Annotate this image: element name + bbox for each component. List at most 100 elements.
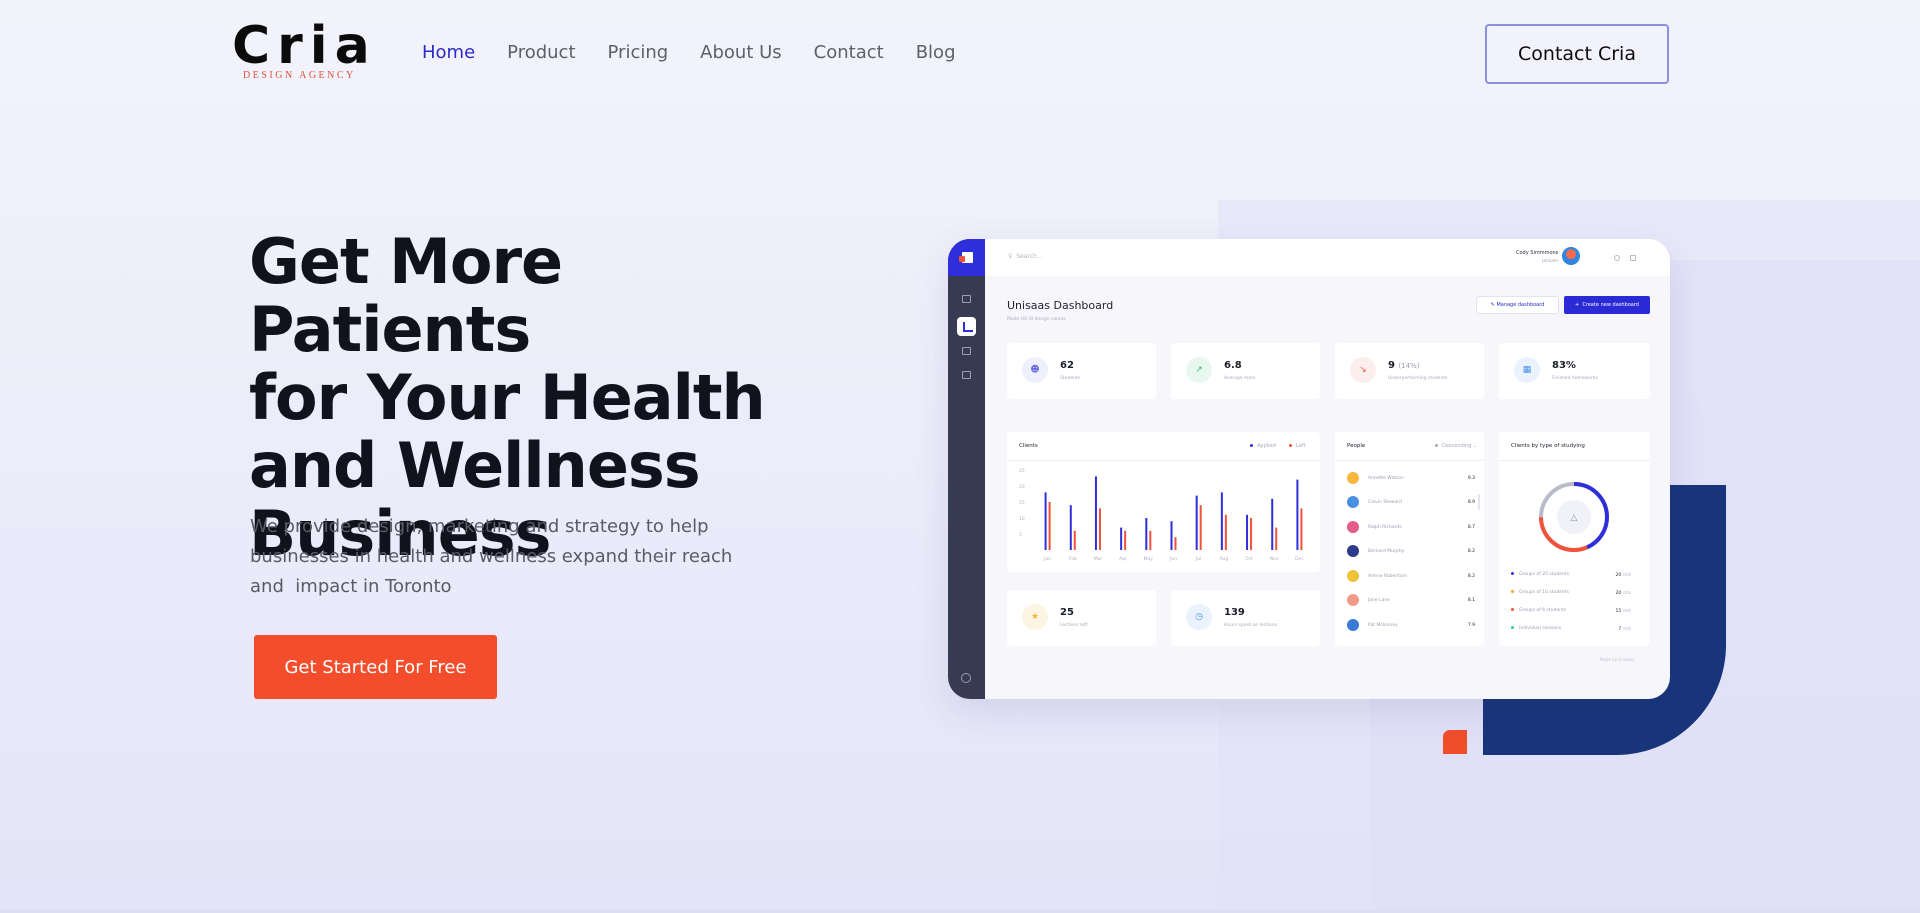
bar-left bbox=[1224, 514, 1227, 550]
bar-applied bbox=[1220, 492, 1223, 550]
person-name: Arlene Robertson bbox=[1368, 574, 1407, 579]
stat-card-average-mark: ↗ 6.8 Average mark bbox=[1171, 343, 1320, 399]
stat-suffix: (14%) bbox=[1398, 362, 1420, 370]
x-tick-label: Jun bbox=[1169, 556, 1177, 562]
nav-product[interactable]: Product bbox=[507, 42, 575, 63]
x-tick-label: May bbox=[1144, 556, 1154, 562]
create-dashboard-button[interactable]: + Create new dashboard bbox=[1564, 296, 1650, 314]
trophy-icon: ★ bbox=[1022, 604, 1048, 630]
hero-subtitle-line: and impact in Toronto bbox=[250, 576, 452, 597]
clock-icon: ◷ bbox=[1186, 604, 1212, 630]
stat-card-homeworks: ▦ 83% Finished homeworks bbox=[1499, 343, 1650, 399]
stat-value: 83% bbox=[1552, 360, 1576, 371]
brand-logo[interactable]: Cria DESIGN AGENCY bbox=[232, 16, 377, 81]
list-item[interactable]: Jane Lane 8.1 bbox=[1347, 594, 1475, 608]
stat-card-lections: ★ 25 Lections left bbox=[1007, 590, 1156, 646]
create-dashboard-label: Create new dashboard bbox=[1582, 302, 1639, 308]
gear-icon[interactable] bbox=[961, 673, 971, 683]
nav-blog[interactable]: Blog bbox=[916, 42, 956, 63]
legend-row: Groups of 20 students 20 stds bbox=[1511, 572, 1631, 578]
manage-dashboard-button[interactable]: ✎ Manage dashboard bbox=[1476, 296, 1559, 314]
person-score: 7.9 bbox=[1467, 623, 1475, 628]
x-tick-label: Nov bbox=[1270, 556, 1279, 562]
list-item[interactable]: Calvin Steward 8.9 bbox=[1347, 496, 1475, 510]
person-name: Bernard Murphy bbox=[1368, 549, 1405, 554]
bar-left bbox=[1250, 518, 1253, 550]
avatar bbox=[1347, 545, 1359, 557]
avatar bbox=[1347, 619, 1359, 631]
notification-icon[interactable] bbox=[1614, 255, 1620, 261]
stat-label: Average mark bbox=[1224, 376, 1256, 381]
dashboard-logo-icon bbox=[948, 239, 985, 276]
person-name: Calvin Steward bbox=[1368, 500, 1402, 505]
nav-about-us[interactable]: About Us bbox=[700, 42, 782, 63]
person-score: 9.3 bbox=[1467, 476, 1475, 481]
chart-icon[interactable] bbox=[957, 317, 976, 336]
people-sort-dropdown[interactable]: Descending ⌄ bbox=[1435, 443, 1477, 449]
legend-row: Groups of 10 students 20 stds bbox=[1511, 590, 1631, 596]
stat-label: Lections left bbox=[1060, 623, 1088, 628]
bar-applied bbox=[1271, 498, 1274, 550]
credit: Made by Unisaas bbox=[1600, 657, 1634, 662]
hero-subtitle-line: businesses in health and wellness expand… bbox=[250, 546, 733, 567]
avatar bbox=[1347, 472, 1359, 484]
avatar bbox=[1347, 594, 1359, 606]
mail-icon[interactable] bbox=[962, 347, 971, 355]
stat-card-underperforming: ↘ 9 (14%) Underperforming students bbox=[1335, 343, 1484, 399]
nav-home[interactable]: Home bbox=[422, 42, 475, 63]
avatar bbox=[1347, 570, 1359, 582]
bar-applied bbox=[1170, 521, 1173, 550]
brand-name: Cria bbox=[232, 16, 377, 76]
clients-chart-card: Clients Applied Left 25 20 15 10 5 Jan Feb Mar A… bbox=[1007, 432, 1320, 572]
contact-cria-button[interactable]: Contact Cria bbox=[1485, 24, 1669, 84]
person-name: Pat Mckinney bbox=[1368, 623, 1398, 628]
user-icon: ☻ bbox=[1022, 357, 1048, 383]
list-item[interactable]: Arlene Robertson 8.2 bbox=[1347, 570, 1475, 584]
x-tick-label: Aug bbox=[1219, 556, 1228, 562]
get-started-button[interactable]: Get Started For Free bbox=[254, 635, 497, 699]
bar-left bbox=[1048, 502, 1051, 550]
x-tick-label: Mar bbox=[1094, 556, 1103, 562]
stat-value: 62 bbox=[1060, 360, 1074, 371]
bar-left bbox=[1124, 530, 1127, 550]
dashboard-search-input[interactable]: ⚲ Search... bbox=[1008, 253, 1043, 260]
nav-contact[interactable]: Contact bbox=[814, 42, 884, 63]
dashboard-subtitle: Made UX UI design course bbox=[1007, 317, 1066, 322]
manage-dashboard-label: Manage dashboard bbox=[1496, 302, 1545, 308]
stat-value: 25 bbox=[1060, 607, 1074, 618]
stat-label: Students bbox=[1060, 376, 1081, 381]
list-item[interactable]: Pat Mckinney 7.9 bbox=[1347, 619, 1475, 633]
list-item[interactable]: Ralph Richards 8.7 bbox=[1347, 521, 1475, 535]
avatar bbox=[1347, 521, 1359, 533]
donut-chart: △ bbox=[1539, 482, 1609, 552]
user-role: Lecturer bbox=[1541, 258, 1559, 263]
avatar[interactable] bbox=[1562, 247, 1580, 265]
nav-pricing[interactable]: Pricing bbox=[608, 42, 669, 63]
dashboard-sidebar bbox=[948, 239, 985, 699]
bar-applied bbox=[1044, 492, 1047, 550]
scrollbar[interactable] bbox=[1478, 494, 1480, 510]
stat-value: 139 bbox=[1224, 607, 1245, 618]
x-tick-label: Jan bbox=[1043, 556, 1051, 562]
dashboard-mockup: ⚲ Search... Cody Simmmons Lecturer Unisa… bbox=[948, 239, 1670, 699]
legend-row: Groups of 6 students 15 stds bbox=[1511, 608, 1631, 614]
book-icon: ▦ bbox=[1514, 357, 1540, 383]
bar-left bbox=[1174, 537, 1177, 550]
decorative-orange-square bbox=[1443, 730, 1467, 754]
bar-applied bbox=[1120, 527, 1123, 550]
x-tick-label: Jul bbox=[1195, 556, 1201, 562]
stat-label: Finished homeworks bbox=[1552, 376, 1598, 381]
list-item[interactable]: Bernard Murphy 8.2 bbox=[1347, 545, 1475, 559]
person-score: 8.1 bbox=[1467, 598, 1475, 603]
trend-icon: ↗ bbox=[1186, 357, 1212, 383]
x-tick-label: Dec bbox=[1295, 556, 1304, 562]
logout-icon[interactable] bbox=[1630, 255, 1636, 261]
dashboard-title: Unisaas Dashboard bbox=[1007, 299, 1114, 312]
dashboard-user[interactable]: Cody Simmmons Lecturer bbox=[1516, 250, 1558, 264]
bar-left bbox=[1098, 508, 1101, 550]
document-icon[interactable] bbox=[962, 371, 971, 379]
list-item[interactable]: Annette Watson 9.3 bbox=[1347, 472, 1475, 486]
x-tick-label: Apr bbox=[1119, 556, 1127, 562]
folder-icon[interactable] bbox=[962, 295, 971, 303]
bar-applied bbox=[1145, 518, 1148, 550]
